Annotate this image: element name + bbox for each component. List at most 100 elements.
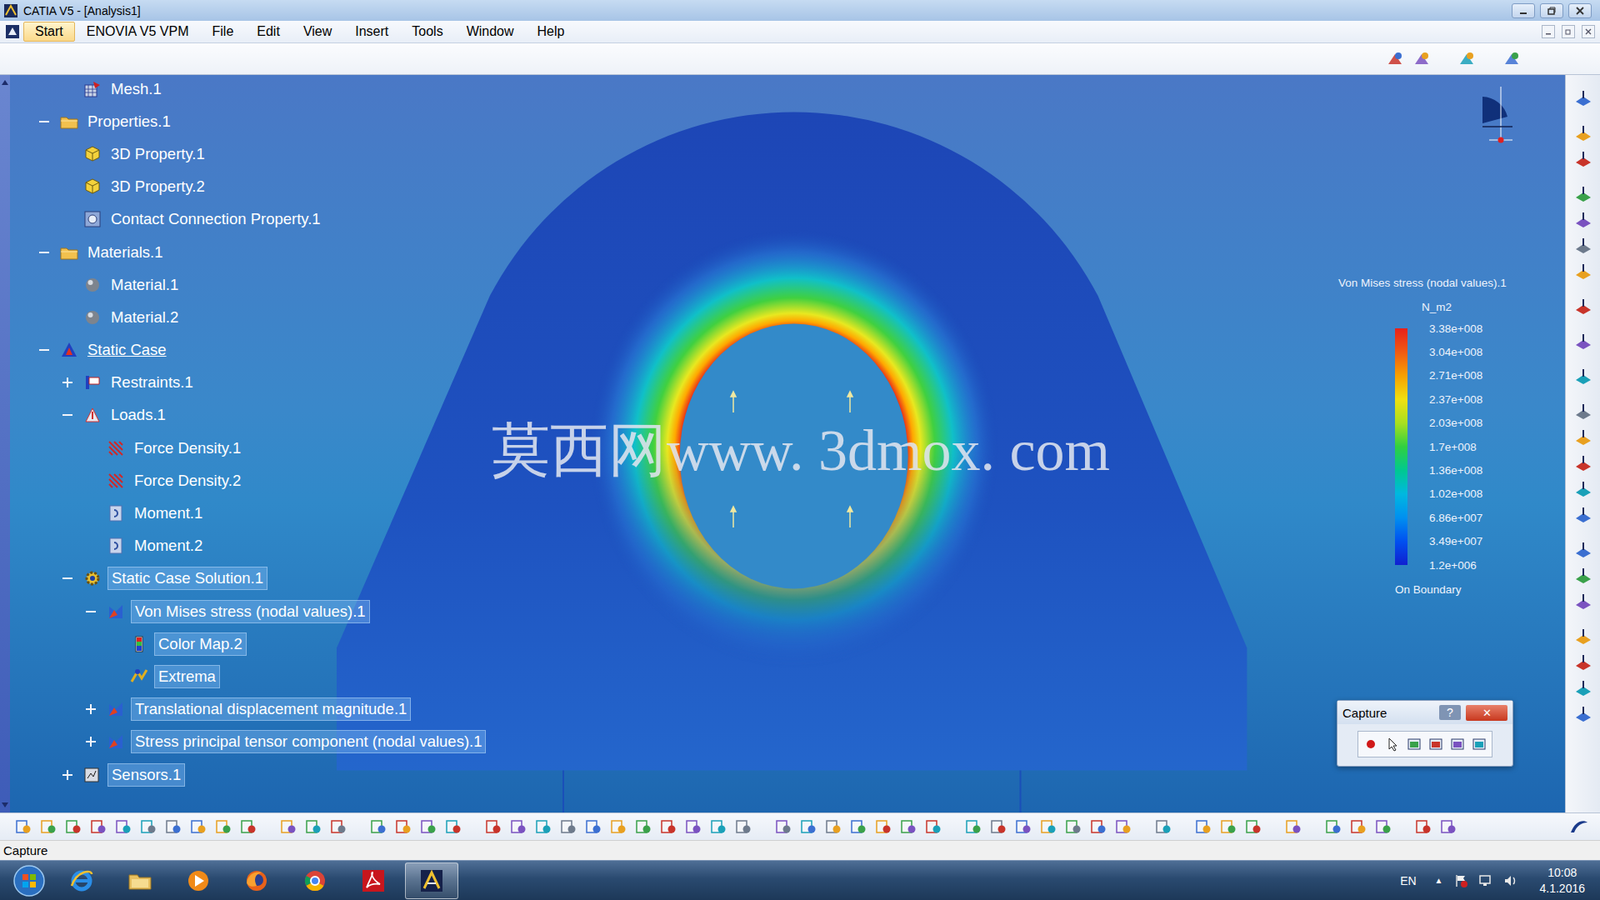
network-icon[interactable] bbox=[1478, 873, 1494, 889]
toolbar-button-icon[interactable] bbox=[821, 815, 845, 839]
toolbar-button-icon[interactable] bbox=[986, 815, 1010, 839]
toolbar-button-icon[interactable] bbox=[111, 815, 135, 839]
help-button[interactable]: ? bbox=[1439, 705, 1461, 720]
tree-item[interactable]: Contact Connection Property.1 bbox=[10, 203, 486, 236]
toolbar-button-icon[interactable] bbox=[36, 815, 60, 839]
tree-label[interactable]: Von Mises stress (nodal values).1 bbox=[130, 600, 370, 624]
toolbar-button-icon[interactable] bbox=[606, 815, 630, 839]
show-hidden-icons[interactable]: ▲ bbox=[1435, 875, 1444, 885]
tree-item[interactable]: Properties.1 bbox=[10, 105, 486, 138]
menu-item[interactable]: ENOVIA V5 VPM bbox=[75, 21, 201, 42]
tree-label[interactable]: Static Case Solution.1 bbox=[107, 566, 268, 590]
toolbar-button-icon[interactable] bbox=[1571, 365, 1595, 389]
toolbar-button-icon[interactable] bbox=[1436, 815, 1460, 839]
capture-tool-icon[interactable] bbox=[1447, 734, 1468, 755]
toolbar-button-icon[interactable] bbox=[731, 815, 755, 839]
toolbar-button-icon[interactable] bbox=[631, 815, 655, 839]
tree-label[interactable]: Material.1 bbox=[107, 274, 182, 296]
tree-label[interactable]: Material.2 bbox=[107, 306, 182, 329]
tree-label[interactable]: Contact Connection Property.1 bbox=[107, 208, 325, 230]
tree-item[interactable]: Static Case Solution.1 bbox=[10, 562, 486, 595]
tree-item[interactable]: Force Density.1 bbox=[10, 431, 486, 465]
tree-item[interactable]: Force Density.2 bbox=[10, 464, 486, 497]
toolbar-button-icon[interactable] bbox=[1455, 47, 1479, 71]
capture-tool-icon[interactable] bbox=[1382, 734, 1403, 755]
toolbar-button-icon[interactable] bbox=[236, 815, 260, 839]
tree-item[interactable]: Translational displacement magnitude.1 bbox=[10, 693, 486, 726]
toolbar-button-icon[interactable] bbox=[1571, 503, 1595, 527]
toolbar-button-icon[interactable] bbox=[1216, 815, 1240, 839]
tree-item[interactable]: Loads.1 bbox=[10, 399, 486, 432]
toolbar-button-icon[interactable] bbox=[796, 815, 820, 839]
toolbar-button-icon[interactable] bbox=[1371, 815, 1395, 839]
tree-item[interactable]: 3D Property.1 bbox=[10, 137, 486, 170]
3d-viewport[interactable]: 莫西网www. 3dmox. com Mesh.1 Properties.1 3… bbox=[10, 75, 1565, 813]
toolbar-button-icon[interactable] bbox=[1191, 815, 1215, 839]
toolbar-button-icon[interactable] bbox=[771, 815, 795, 839]
toolbar-button-icon[interactable] bbox=[61, 815, 85, 839]
toolbar-button-icon[interactable] bbox=[656, 815, 680, 839]
tree-label[interactable]: 3D Property.2 bbox=[107, 175, 209, 198]
menu-item[interactable]: Window bbox=[455, 21, 526, 42]
tree-label[interactable]: Translational displacement magnitude.1 bbox=[130, 697, 411, 721]
toolbar-button-icon[interactable] bbox=[86, 815, 110, 839]
menu-item[interactable]: Start bbox=[23, 21, 75, 42]
toolbar-button-icon[interactable] bbox=[481, 815, 505, 839]
toolbar-button-icon[interactable] bbox=[1571, 625, 1595, 649]
taskbar-app[interactable] bbox=[230, 862, 284, 900]
capture-dialog[interactable]: Capture ? ✕ bbox=[1336, 700, 1514, 767]
tree-item[interactable]: Von Mises stress (nodal values).1 bbox=[10, 595, 486, 628]
tree-label[interactable]: Static Case bbox=[84, 339, 170, 361]
toolbar-button-icon[interactable] bbox=[211, 815, 235, 839]
toolbar-button-icon[interactable] bbox=[1061, 815, 1085, 839]
capture-tool-icon[interactable] bbox=[1469, 734, 1490, 755]
expand-icon[interactable] bbox=[61, 769, 74, 781]
toolbar-button-icon[interactable] bbox=[136, 815, 160, 839]
menu-item[interactable]: Edit bbox=[245, 21, 292, 42]
tree-label[interactable]: Sensors.1 bbox=[107, 763, 185, 787]
capture-title-bar[interactable]: Capture ? ✕ bbox=[1337, 700, 1513, 725]
tree-item[interactable]: Extrema bbox=[10, 660, 486, 693]
tree-label[interactable]: Force Density.2 bbox=[130, 470, 245, 492]
toolbar-button-icon[interactable] bbox=[1411, 815, 1435, 839]
capture-tool-icon[interactable] bbox=[1360, 734, 1381, 755]
minimize-icon[interactable] bbox=[1541, 25, 1555, 39]
collapse-icon[interactable] bbox=[38, 115, 50, 128]
tree-item[interactable]: Material.1 bbox=[10, 268, 486, 301]
close-button[interactable]: ✕ bbox=[1465, 705, 1508, 721]
toolbar-button-icon[interactable] bbox=[581, 815, 605, 839]
toolbar-button-icon[interactable] bbox=[416, 815, 440, 839]
toolbar-button-icon[interactable] bbox=[1281, 815, 1305, 839]
toolbar-button-icon[interactable] bbox=[1241, 815, 1265, 839]
start-button[interactable] bbox=[8, 862, 50, 900]
tree-label[interactable]: Extrema bbox=[154, 665, 220, 689]
tree-item[interactable]: Restraints.1 bbox=[10, 366, 486, 400]
menu-item[interactable]: View bbox=[291, 21, 344, 42]
tree-label[interactable]: Moment.1 bbox=[130, 502, 206, 525]
volume-icon[interactable] bbox=[1503, 873, 1519, 889]
toolbar-button-icon[interactable] bbox=[1571, 208, 1595, 232]
toolbar-button-icon[interactable] bbox=[1086, 815, 1110, 839]
toolbar-button-icon[interactable] bbox=[961, 815, 985, 839]
toolbar-button-icon[interactable] bbox=[1151, 815, 1175, 839]
menu-item[interactable]: Tools bbox=[400, 21, 455, 42]
tree-label[interactable]: Materials.1 bbox=[84, 241, 166, 264]
tree-item[interactable]: 3D Property.2 bbox=[10, 170, 486, 204]
toolbar-button-icon[interactable] bbox=[681, 815, 705, 839]
toolbar-button-icon[interactable] bbox=[1346, 815, 1370, 839]
collapse-icon[interactable] bbox=[85, 605, 97, 618]
menu-item[interactable]: Help bbox=[525, 21, 577, 42]
toolbar-button-icon[interactable] bbox=[366, 815, 390, 839]
expand-icon[interactable] bbox=[85, 703, 97, 715]
toolbar-button-icon[interactable] bbox=[1571, 676, 1595, 700]
collapse-icon[interactable] bbox=[61, 572, 74, 585]
toolbar-button-icon[interactable] bbox=[1571, 451, 1595, 475]
clock[interactable]: 10:08 4.1.2016 bbox=[1540, 865, 1586, 895]
tree-scrollbar[interactable] bbox=[0, 75, 10, 813]
toolbar-button-icon[interactable] bbox=[1571, 477, 1595, 501]
toolbar-button-icon[interactable] bbox=[1571, 538, 1595, 562]
toolbar-button-icon[interactable] bbox=[1571, 330, 1595, 354]
toolbar-button-icon[interactable] bbox=[1571, 234, 1595, 258]
expand-icon[interactable] bbox=[61, 376, 74, 389]
taskbar-app[interactable] bbox=[288, 862, 342, 900]
